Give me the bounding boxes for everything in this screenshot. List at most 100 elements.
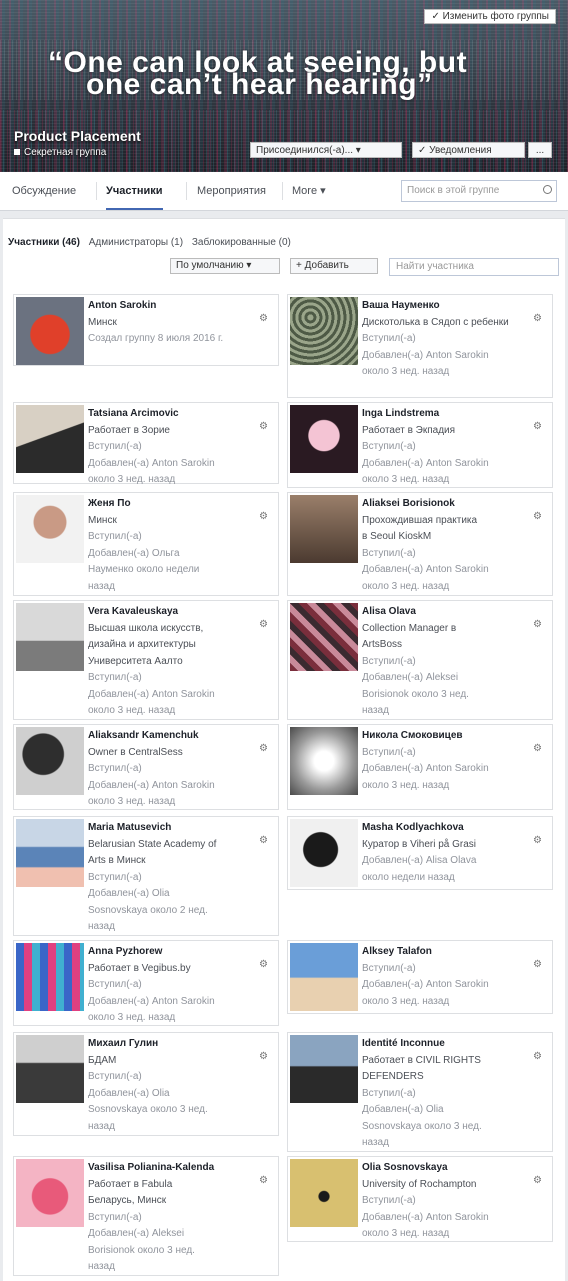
member-info: Vasilisa Polianina-Kalenda Работает в Fab… (88, 1160, 258, 1276)
member-avatar[interactable] (290, 1159, 358, 1227)
member-meta: Добавлен(-а) Anton Sarokin (88, 457, 215, 469)
member-name[interactable]: Identité Inconnue (362, 1036, 532, 1053)
member-avatar[interactable] (16, 405, 84, 473)
member-name[interactable]: Vera Kavaleuskaya (88, 604, 258, 621)
gear-icon[interactable]: ⚙ (259, 619, 268, 630)
member-name[interactable]: Alisa Olava (362, 604, 532, 621)
member-name[interactable]: Женя По (88, 496, 258, 513)
gear-icon[interactable]: ⚙ (533, 1175, 542, 1186)
member-name[interactable]: Aliaksei Borisionok (362, 496, 532, 513)
gear-icon[interactable]: ⚙ (259, 743, 268, 754)
member-meta: Вступил(-а) (88, 531, 142, 542)
gear-icon[interactable]: ⚙ (259, 1051, 268, 1062)
member-name[interactable]: Tatsiana Arcimovic (88, 406, 258, 423)
member-detail: Дискотолька в Сядоп с ребенки (362, 316, 509, 328)
gear-icon[interactable]: ⚙ (259, 313, 268, 324)
member-meta: Вступил(-а) (88, 441, 142, 452)
group-name[interactable]: Product Placement (14, 128, 141, 144)
member-avatar[interactable] (290, 943, 358, 1011)
member-info: Никола Смоковицев Вступил(-а) Добавлен(-а)… (362, 728, 532, 794)
tab-discussion[interactable]: Обсуждение (12, 172, 76, 210)
sort-dropdown[interactable]: По умолчанию ▾ (170, 258, 280, 274)
member-meta: Вступил(-а) (362, 547, 416, 559)
member-meta: Вступил(-а) (362, 333, 416, 344)
cover-quote: “One can look at seeing, but one can’t h… (48, 48, 548, 100)
member-name[interactable]: Aliaksandr Kamenchuk (88, 728, 258, 745)
member-name[interactable]: Никола Смоковицев (362, 728, 532, 745)
member-name[interactable]: Anna Pyzhorew (88, 944, 258, 961)
filter-admins[interactable]: Администраторы (1) (89, 237, 183, 248)
group-search-input[interactable]: Поиск в этой группе (401, 180, 557, 202)
gear-icon[interactable]: ⚙ (533, 743, 542, 754)
tab-events[interactable]: Мероприятия (197, 172, 266, 210)
member-avatar[interactable] (290, 603, 358, 671)
more-options-button[interactable]: ... (528, 142, 552, 158)
add-member-button[interactable]: + Добавить (290, 258, 378, 274)
member-avatar[interactable] (16, 495, 84, 563)
member-card: Aliaksandr Kamenchuk Owner в CentralSess В… (13, 724, 279, 810)
member-name[interactable]: Vasilisa Polianina-Kalenda (88, 1160, 258, 1177)
member-meta: Добавлен(-а) Olia (88, 888, 170, 899)
member-avatar[interactable] (290, 297, 358, 365)
member-name[interactable]: Inga Lindstrema (362, 406, 532, 423)
member-meta: Добавлен(-а) Anton Sarokin (362, 349, 489, 361)
member-avatar[interactable] (16, 603, 84, 671)
member-name[interactable]: Ваша Науменко (362, 298, 532, 315)
member-name[interactable]: Maria Matusevich (88, 820, 258, 837)
member-avatar[interactable] (290, 405, 358, 473)
change-cover-photo-button[interactable]: ✓ Изменить фото группы (424, 9, 556, 24)
member-meta: Добавлен(-а) Anton Sarokin (88, 779, 215, 791)
member-info: Olia Sosnovskaya University of Rochampton… (362, 1160, 532, 1243)
gear-icon[interactable]: ⚙ (259, 835, 268, 846)
member-name[interactable]: Alksey Talafon (362, 944, 532, 961)
member-name[interactable]: Anton Sarokin (88, 298, 258, 315)
member-avatar[interactable] (16, 1035, 84, 1103)
tab-members[interactable]: Участники (106, 172, 163, 210)
notifications-button[interactable]: ✓ Уведомления (412, 142, 525, 158)
member-detail: Минск (88, 316, 117, 328)
member-name[interactable]: Михаил Гулин (88, 1036, 258, 1053)
gear-icon[interactable]: ⚙ (259, 1175, 268, 1186)
member-search-input[interactable]: Найти участника (389, 258, 559, 276)
member-name[interactable]: Masha Kodlyachkova (362, 820, 532, 837)
member-avatar[interactable] (16, 943, 84, 1011)
member-meta: назад (362, 705, 389, 716)
member-name[interactable]: Olia Sosnovskaya (362, 1160, 532, 1177)
gear-icon[interactable]: ⚙ (533, 959, 542, 970)
joined-button[interactable]: Присоединился(-а)... ▾ (250, 142, 402, 158)
gear-icon[interactable]: ⚙ (259, 511, 268, 522)
search-icon[interactable] (543, 185, 552, 194)
member-meta: Sosnovskaya около 3 нед. (362, 1120, 482, 1132)
member-meta: Добавлен(-а) Anton Sarokin (362, 564, 489, 575)
member-meta: Borisionok около 3 нед. (88, 1244, 195, 1256)
group-search-placeholder: Поиск в этой группе (407, 185, 500, 196)
gear-icon[interactable]: ⚙ (259, 959, 268, 970)
member-card: Identité Inconnue Работает в CIVIL RIGHTS… (287, 1032, 553, 1152)
member-card: Михаил Гулин БДАМ Вступил(-а) Добавлен(-а) … (13, 1032, 279, 1136)
gear-icon[interactable]: ⚙ (533, 313, 542, 324)
member-avatar[interactable] (16, 819, 84, 887)
gear-icon[interactable]: ⚙ (533, 1051, 542, 1062)
member-avatar[interactable] (290, 495, 358, 563)
member-avatar[interactable] (290, 819, 358, 887)
member-detail: Беларусь, Минск (88, 1195, 167, 1206)
tab-more[interactable]: More ▾ (292, 172, 326, 210)
member-card: Anna Pyzhorew Работает в Vegibus.by Вступи… (13, 940, 279, 1026)
member-meta: Добавлен(-а) Anton Sarokin (362, 457, 489, 469)
filter-members[interactable]: Участники (46) (8, 237, 80, 248)
member-detail: DEFENDERS (362, 1071, 424, 1082)
member-avatar[interactable] (290, 727, 358, 795)
gear-icon[interactable]: ⚙ (533, 511, 542, 522)
member-info: Alisa Olava Collection Manager в ArtsBoss В… (362, 604, 532, 720)
gear-icon[interactable]: ⚙ (533, 421, 542, 432)
gear-icon[interactable]: ⚙ (533, 835, 542, 846)
member-detail: Работает в Экпадия (362, 424, 456, 436)
member-avatar[interactable] (16, 297, 84, 365)
gear-icon[interactable]: ⚙ (533, 619, 542, 630)
tab-divider (96, 182, 97, 200)
filter-blocked[interactable]: Заблокированные (0) (192, 237, 291, 248)
member-avatar[interactable] (16, 1159, 84, 1227)
gear-icon[interactable]: ⚙ (259, 421, 268, 432)
member-avatar[interactable] (16, 727, 84, 795)
member-avatar[interactable] (290, 1035, 358, 1103)
